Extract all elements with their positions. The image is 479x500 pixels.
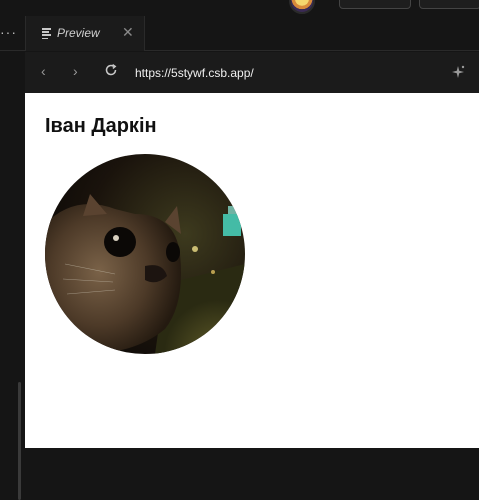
tab-label: Preview (57, 26, 100, 40)
back-icon[interactable]: ‹ (41, 64, 46, 78)
sparkle-icon[interactable] (451, 65, 465, 79)
scrollbar[interactable] (18, 382, 21, 500)
preview-viewport: Іван Даркін (25, 93, 479, 448)
user-avatar[interactable] (289, 0, 315, 14)
page-title: Іван Даркін (45, 115, 157, 137)
toolbar-button[interactable] (339, 0, 411, 9)
close-icon[interactable]: ✕ (122, 25, 134, 39)
address-bar: ‹ › https://5stywf.csb.app/ (25, 52, 479, 93)
avatar (45, 154, 245, 354)
toolbar-button[interactable] (419, 0, 479, 9)
window-top-strip (0, 0, 479, 16)
preview-icon (42, 28, 51, 40)
tab-bar: ··· Preview ✕ (0, 16, 479, 51)
forward-icon[interactable]: › (73, 64, 78, 78)
tab-preview[interactable]: Preview ✕ (26, 16, 145, 51)
more-icon[interactable]: ··· (0, 24, 17, 40)
reload-icon[interactable] (104, 63, 118, 80)
url-input[interactable]: https://5stywf.csb.app/ (135, 66, 254, 80)
left-panel (0, 52, 25, 500)
